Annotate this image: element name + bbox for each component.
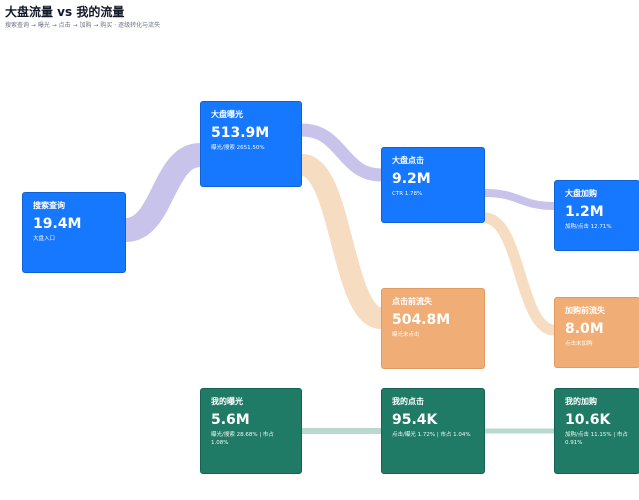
node-note: CTR 1.78% — [392, 191, 423, 197]
flow-impression-to-loss — [299, 154, 384, 329]
node-note: 点击未加购 — [565, 341, 593, 347]
node-my-cart: 我的加购 10.6K 加购/点击 11.15% | 市占 0.91% — [554, 388, 639, 474]
node-note: 加购/点击 11.15% | 市占 0.91% — [565, 432, 628, 446]
node-market-cart: 大盘加购 1.2M 加购/点击 12.71% — [554, 180, 639, 251]
node-value: 8.0M — [565, 321, 604, 337]
node-title: 我的加购 — [565, 397, 597, 406]
node-title: 大盘曝光 — [211, 110, 243, 119]
flow-search-to-impression — [124, 143, 202, 242]
node-title: 我的曝光 — [211, 397, 243, 406]
node-title: 搜索查询 — [33, 201, 65, 210]
node-loss-before-click: 点击前流失 504.8M 曝光未点击 — [381, 288, 485, 369]
node-title: 大盘点击 — [392, 156, 424, 165]
node-my-impression: 我的曝光 5.6M 曝光/搜索 28.68% | 市占 1.08% — [200, 388, 302, 474]
node-title: 我的点击 — [392, 397, 424, 406]
node-value: 1.2M — [565, 204, 604, 220]
node-note: 曝光/搜索 28.68% | 市占 1.08% — [211, 432, 274, 446]
node-my-click: 我的点击 95.4K 点击/曝光 1.72% | 市占 1.04% — [381, 388, 485, 474]
node-value: 504.8M — [392, 312, 451, 328]
node-value: 10.6K — [565, 412, 611, 428]
node-title: 大盘加购 — [565, 189, 597, 198]
node-loss-before-cart: 加购前流失 8.0M 点击未加购 — [554, 297, 639, 368]
node-value: 95.4K — [392, 412, 438, 428]
flow-click-to-cart — [484, 189, 555, 210]
node-market-impression: 大盘曝光 513.9M 曝光/搜索 2651.50% — [200, 101, 302, 187]
node-note: 曝光/搜索 2651.50% — [211, 145, 265, 151]
node-value: 19.4M — [33, 216, 82, 232]
node-market-click: 大盘点击 9.2M CTR 1.78% — [381, 147, 485, 223]
node-note: 加购/点击 12.71% — [565, 224, 612, 230]
node-value: 9.2M — [392, 171, 431, 187]
node-note: 点击/曝光 1.72% | 市占 1.04% — [392, 432, 471, 438]
node-search-query: 搜索查询 19.4M 大盘入口 — [22, 192, 126, 273]
node-value: 513.9M — [211, 125, 270, 141]
flow-click-to-loss — [483, 212, 556, 336]
node-title: 加购前流失 — [565, 306, 605, 315]
node-value: 5.6M — [211, 412, 250, 428]
node-title: 点击前流失 — [392, 297, 432, 306]
node-note: 曝光未点击 — [392, 332, 420, 338]
node-note: 大盘入口 — [33, 236, 56, 242]
